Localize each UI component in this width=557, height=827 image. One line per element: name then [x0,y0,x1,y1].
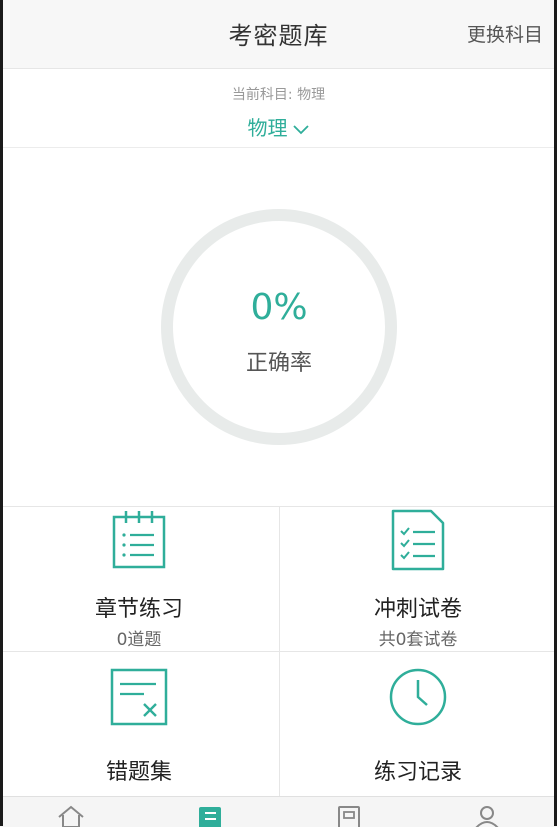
sprint-papers-count: 共0套试卷 [378,630,458,650]
question-bank-icon[interactable] [195,805,225,827]
top-bar: 考密题库 更换科目 [0,0,557,69]
change-subject-button[interactable]: 更换科目 [467,20,543,47]
wrong-questions-label: 错题集 [105,760,172,785]
bottom-tab-bar [0,796,557,827]
exam-icon[interactable] [334,805,364,827]
home-icon[interactable] [56,805,86,827]
chevron-down-icon [292,124,309,134]
test-paper-icon [391,509,445,571]
feature-grid: 章节练习 0道题 冲刺试卷 共0套试卷 错题集 练习记录 [0,506,557,797]
accuracy-value: 0% [250,287,308,328]
profile-icon[interactable] [472,805,502,827]
sprint-papers-button[interactable]: 冲刺试卷 共0套试卷 [279,507,557,651]
wrong-questions-icon [110,668,168,726]
chapter-practice-label: 章节练习 [94,597,183,622]
subject-picker-value: 物理 [247,116,288,140]
practice-records-button[interactable]: 练习记录 [279,652,557,796]
current-subject-label: 当前科目: 物理 [231,87,326,103]
wrong-questions-button[interactable]: 错题集 [0,652,278,796]
checklist-icon [112,511,166,569]
sprint-papers-label: 冲刺试卷 [373,597,462,622]
chapter-practice-count: 0道题 [116,630,162,650]
accuracy-ring: 0% 正确率 [159,207,399,447]
subject-picker[interactable]: 物理 [0,112,557,141]
clock-icon [389,668,447,726]
subject-bar: 当前科目: 物理 物理 [0,69,557,148]
chapter-practice-button[interactable]: 章节练习 0道题 [0,507,278,651]
practice-records-label: 练习记录 [373,760,462,785]
accuracy-label: 正确率 [245,351,312,376]
